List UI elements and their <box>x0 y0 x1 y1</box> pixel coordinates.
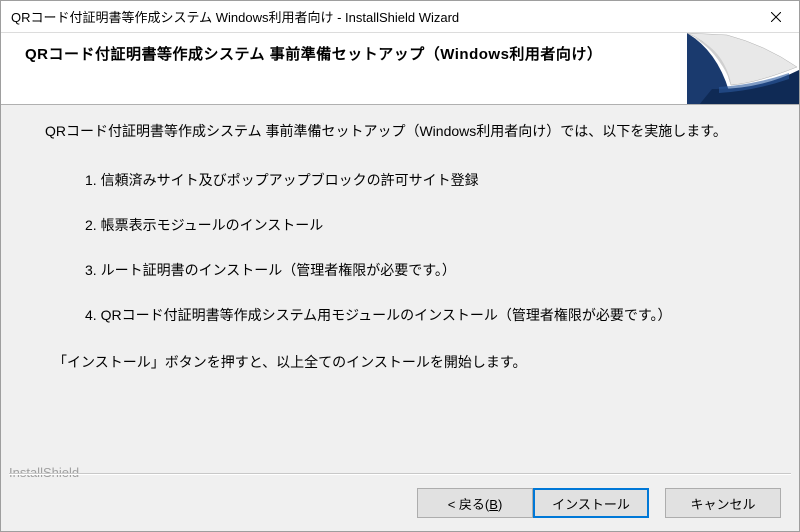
content-area: QRコード付証明書等作成システム 事前準備セットアップ（Windows利用者向け… <box>1 105 799 461</box>
close-button[interactable] <box>753 1 799 32</box>
back-button[interactable]: < 戻る(B) <box>417 488 533 518</box>
list-item: 2. 帳票表示モジュールのインストール <box>85 215 769 236</box>
page-curl-graphic <box>669 33 799 105</box>
button-bar: < 戻る(B) インストール キャンセル <box>1 475 799 531</box>
install-button[interactable]: インストール <box>533 488 649 518</box>
nav-button-group: < 戻る(B) インストール <box>417 488 649 518</box>
titlebar: QRコード付証明書等作成システム Windows利用者向け - InstallS… <box>1 1 799 33</box>
list-item: 4. QRコード付証明書等作成システム用モジュールのインストール（管理者権限が必… <box>85 305 769 326</box>
cancel-button[interactable]: キャンセル <box>665 488 781 518</box>
wizard-header: QRコード付証明書等作成システム 事前準備セットアップ（Windows利用者向け… <box>1 33 799 105</box>
list-item: 1. 信頼済みサイト及びポップアップブロックの許可サイト登録 <box>85 170 769 191</box>
steps-list: 1. 信頼済みサイト及びポップアップブロックの許可サイト登録 2. 帳票表示モジ… <box>85 170 769 326</box>
installer-window: QRコード付証明書等作成システム Windows利用者向け - InstallS… <box>0 0 800 532</box>
instruction-text: 「インストール」ボタンを押すと、以上全てのインストールを開始します。 <box>53 352 769 373</box>
window-title: QRコード付証明書等作成システム Windows利用者向け - InstallS… <box>11 7 459 26</box>
close-icon <box>771 12 781 22</box>
list-item: 3. ルート証明書のインストール（管理者権限が必要です。） <box>85 260 769 281</box>
separator <box>1 473 799 475</box>
page-title: QRコード付証明書等作成システム 事前準備セットアップ（Windows利用者向け… <box>25 43 779 64</box>
intro-text: QRコード付証明書等作成システム 事前準備セットアップ（Windows利用者向け… <box>45 121 769 142</box>
